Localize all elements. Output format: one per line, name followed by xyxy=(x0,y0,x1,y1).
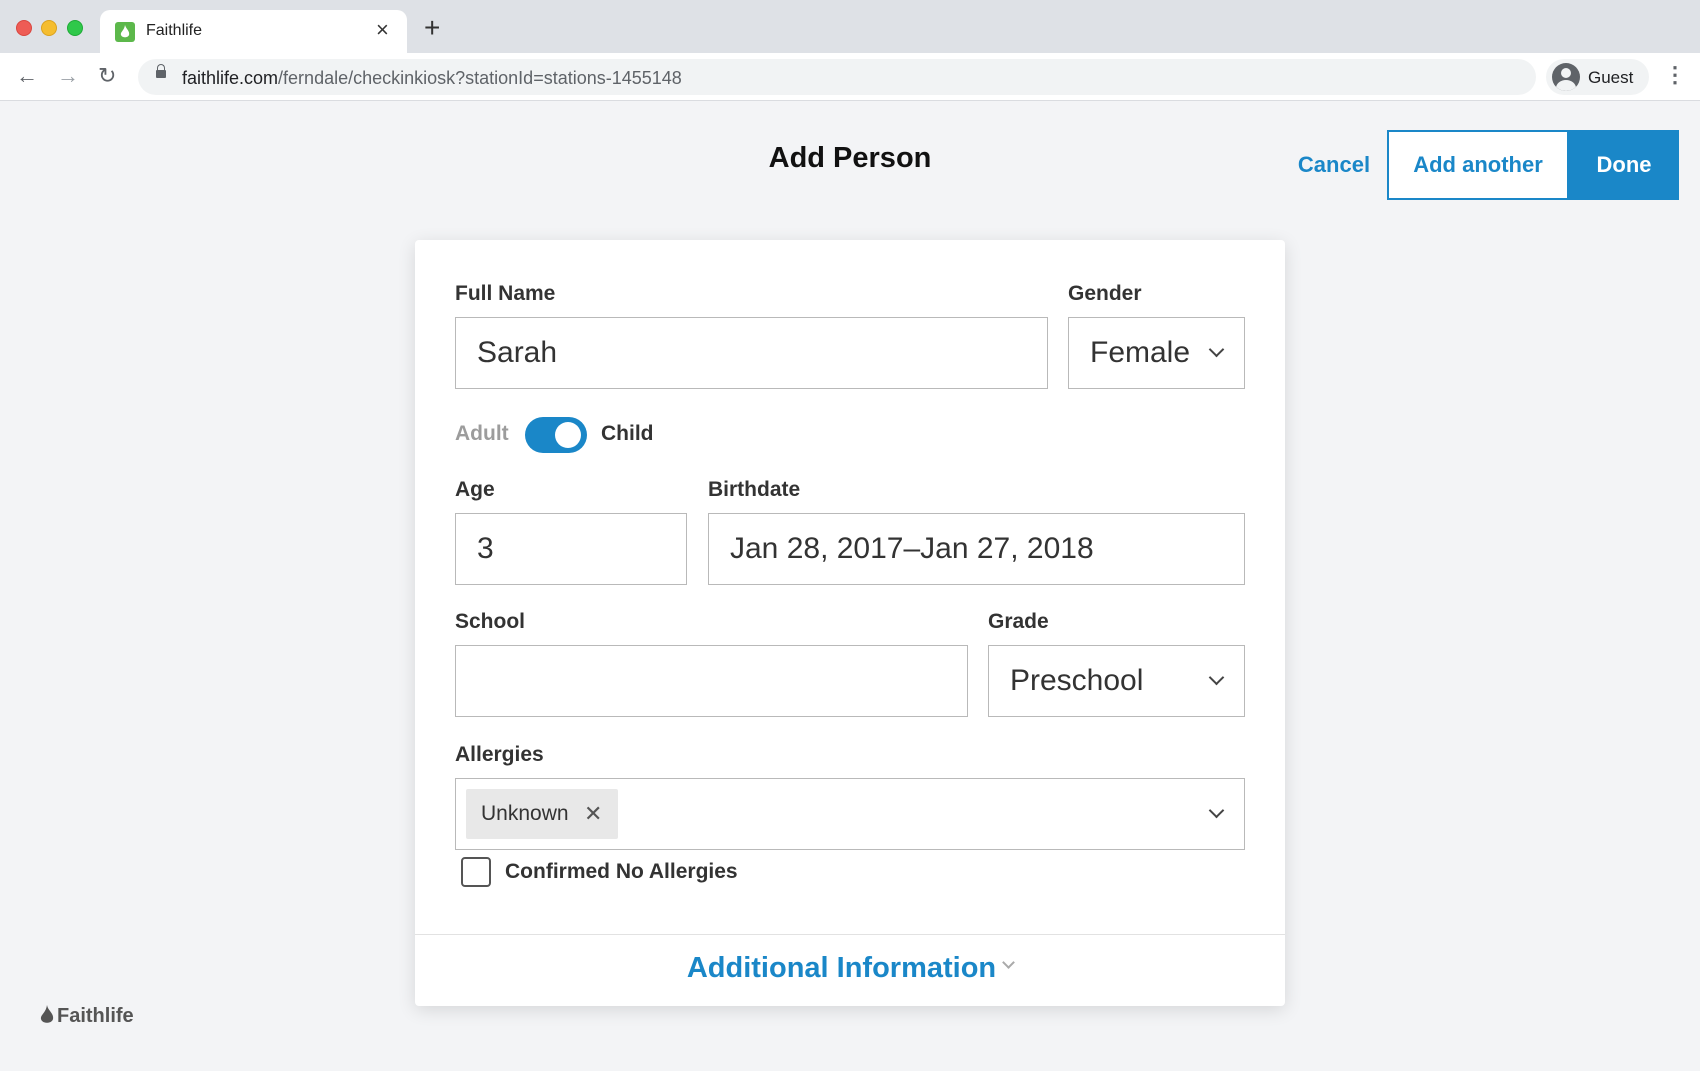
allergy-tag-label: Unknown xyxy=(481,802,569,825)
gender-select[interactable]: Female xyxy=(1068,317,1245,389)
birthdate-label: Birthdate xyxy=(708,478,801,501)
school-input[interactable] xyxy=(455,645,968,717)
reload-icon[interactable]: ↻ xyxy=(98,65,116,87)
faithlife-favicon-icon xyxy=(115,22,135,42)
divider xyxy=(415,934,1285,935)
add-person-card: Full Name Sarah Gender Female Adult Chil… xyxy=(415,240,1285,1006)
gender-value: Female xyxy=(1090,336,1191,369)
done-button[interactable]: Done xyxy=(1569,130,1679,200)
allergies-label: Allergies xyxy=(455,743,544,766)
grade-select[interactable]: Preschool xyxy=(988,645,1245,717)
chevron-down-icon xyxy=(1208,669,1225,686)
grade-label: Grade xyxy=(988,610,1049,633)
chevron-down-icon xyxy=(1002,956,1016,969)
tab-title: Faithlife xyxy=(146,22,203,39)
footer-brand: Faithlife xyxy=(57,1005,134,1027)
confirmed-no-allergies-label: Confirmed No Allergies xyxy=(505,860,738,883)
school-label: School xyxy=(455,610,526,633)
additional-information-label: Additional Information xyxy=(686,952,997,984)
add-another-button[interactable]: Add another xyxy=(1387,130,1569,200)
url-field[interactable]: faithlife.com/ferndale/checkinkiosk?stat… xyxy=(138,59,1536,95)
url-text: faithlife.com/ferndale/checkinkiosk?stat… xyxy=(182,68,682,88)
close-window-button[interactable] xyxy=(16,20,32,36)
confirmed-no-allergies-checkbox[interactable] xyxy=(461,857,491,887)
profile-label: Guest xyxy=(1588,68,1634,87)
new-tab-icon[interactable]: + xyxy=(424,14,440,42)
avatar-icon xyxy=(1552,63,1580,91)
flame-icon xyxy=(40,1005,54,1023)
maximize-window-button[interactable] xyxy=(67,20,83,36)
faithlife-logo: Faithlife xyxy=(40,1005,134,1028)
chevron-down-icon xyxy=(1208,802,1225,819)
forward-arrow-icon[interactable]: → xyxy=(57,65,79,87)
back-arrow-icon[interactable]: ← xyxy=(16,65,38,87)
birthdate-input[interactable]: Jan 28, 2017–Jan 27, 2018 xyxy=(708,513,1245,585)
cancel-button[interactable]: Cancel xyxy=(1290,130,1378,200)
tab-close-icon[interactable]: × xyxy=(376,18,389,42)
more-menu-icon[interactable]: ⋮ xyxy=(1664,63,1686,87)
chevron-down-icon xyxy=(1208,341,1225,358)
age-label: Age xyxy=(455,478,495,501)
remove-tag-icon[interactable]: ✕ xyxy=(584,789,602,839)
profile-button[interactable]: Guest xyxy=(1546,59,1649,95)
adult-child-toggle[interactable] xyxy=(525,417,587,453)
gender-label: Gender xyxy=(1068,282,1142,305)
address-bar: ← → ↻ faithlife.com/ferndale/checkinkios… xyxy=(0,53,1700,101)
grade-value: Preschool xyxy=(1010,664,1144,697)
full-name-input[interactable]: Sarah xyxy=(455,317,1048,389)
full-name-label: Full Name xyxy=(455,282,556,305)
minimize-window-button[interactable] xyxy=(41,20,57,36)
allergies-select[interactable]: Unknown ✕ xyxy=(455,778,1245,850)
additional-information-link[interactable]: Additional Information xyxy=(415,952,1285,985)
browser-tab[interactable]: Faithlife × xyxy=(100,10,407,53)
allergy-tag: Unknown ✕ xyxy=(466,789,618,839)
browser-tab-bar: Faithlife × + xyxy=(0,0,1700,53)
age-input[interactable]: 3 xyxy=(455,513,687,585)
adult-label: Adult xyxy=(455,422,509,445)
toggle-knob xyxy=(555,422,581,448)
lock-icon xyxy=(156,64,166,78)
child-label: Child xyxy=(601,422,654,445)
